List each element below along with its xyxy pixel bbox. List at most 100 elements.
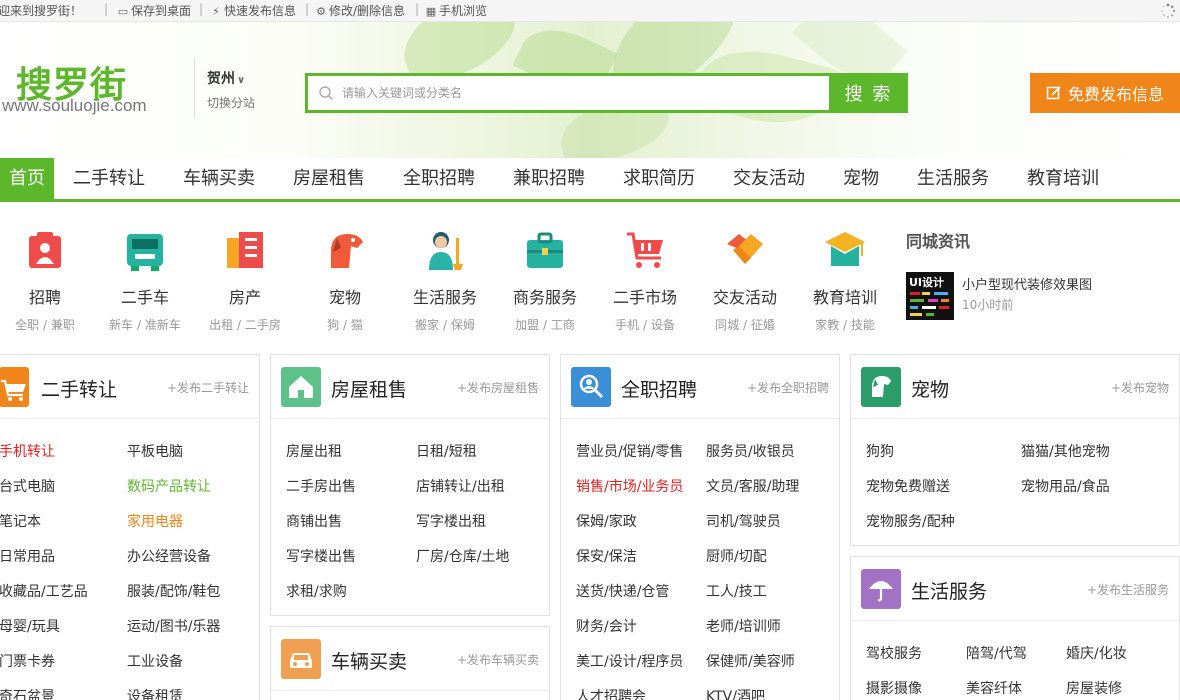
publish-pets-link[interactable]: +发布宠物 [1111, 379, 1169, 396]
link-item[interactable]: 摄影摄像 [866, 678, 922, 698]
link-item[interactable]: 写字楼出租 [416, 511, 486, 531]
category-pets[interactable]: 宠物 狗 / 猫 [300, 228, 390, 333]
publish-life-link[interactable]: +发布生活服务 [1087, 581, 1169, 598]
link-item[interactable]: 商铺出售 [286, 511, 342, 531]
monitor-icon: ▭ [117, 5, 129, 18]
link-item[interactable]: 平板电脑 [127, 441, 183, 461]
link-item[interactable]: 日常用品 [0, 546, 55, 566]
edit-delete-link[interactable]: ⚙ 修改/删除信息 [315, 2, 405, 19]
category-social[interactable]: 交友活动 同城 / 征婚 [700, 228, 790, 333]
link-item[interactable]: 门票卡券 [0, 651, 55, 671]
nav-resumes[interactable]: 求职简历 [616, 158, 702, 199]
link-item[interactable]: 送货/快递/仓管 [576, 581, 669, 601]
nav-life-services[interactable]: 生活服务 [910, 158, 996, 199]
category-secondhand-market[interactable]: 二手市场 手机 / 设备 [600, 228, 690, 333]
edit-icon [1046, 86, 1061, 100]
link-item[interactable]: 美容纤体 [966, 678, 1022, 698]
link-item[interactable]: 二手房出售 [286, 476, 356, 496]
nav-parttime-jobs[interactable]: 兼职招聘 [506, 158, 592, 199]
link-item[interactable]: 房屋出租 [286, 441, 342, 461]
nav-pets[interactable]: 宠物 [836, 158, 886, 199]
link-item[interactable]: 奇石盆景 [0, 686, 55, 700]
link-item[interactable]: 婚庆/化妆 [1066, 643, 1127, 663]
link-item[interactable]: 服装/配饰/鞋包 [127, 581, 220, 601]
mobile-view-link[interactable]: ▦ 手机浏览 [425, 2, 487, 19]
category-jobs[interactable]: 招聘 全职 / 兼职 [0, 228, 90, 333]
panel-title: 全职招聘 [621, 379, 698, 401]
link-item[interactable]: 服务员/收银员 [706, 441, 795, 461]
umbrella-icon [861, 569, 901, 609]
link-item[interactable]: 数码产品转让 [127, 476, 211, 496]
link-item[interactable]: 运动/图书/乐器 [127, 616, 220, 636]
category-used-cars[interactable]: 二手车 新车 / 准新车 [100, 228, 190, 333]
link-item[interactable]: 营业员/促销/零售 [576, 441, 683, 461]
news-item-title[interactable]: 小户型现代装修效果图 [962, 274, 1092, 293]
link-item[interactable]: 店铺转让/出租 [416, 476, 505, 496]
publish-house-link[interactable]: +发布房屋租售 [457, 379, 539, 396]
link-item[interactable]: 财务/会计 [576, 616, 637, 636]
link-item[interactable]: 手机转让 [0, 441, 55, 461]
link-item[interactable]: 保安/保洁 [576, 546, 637, 566]
publish-vehicle-link[interactable]: +发布车辆买卖 [457, 651, 539, 668]
nav-home[interactable]: 首页 [0, 158, 54, 199]
link-item[interactable]: 日租/短租 [416, 441, 477, 461]
link-item[interactable]: 陪驾/代驾 [966, 643, 1027, 663]
link-item[interactable]: 宠物免费赠送 [866, 476, 950, 496]
link-item[interactable]: 写字楼出售 [286, 546, 356, 566]
link-item[interactable]: 文员/客服/助理 [706, 476, 799, 496]
link-item[interactable]: 销售/市场/业务员 [576, 476, 683, 496]
link-item[interactable]: 笔记本 [0, 511, 41, 531]
link-item[interactable]: 工业设备 [127, 651, 183, 671]
publish-info-button[interactable]: 免费发布信息 [1030, 73, 1180, 113]
link-item[interactable]: 猫猫/其他宠物 [1021, 441, 1110, 461]
link-item[interactable]: 设备租赁 [127, 686, 183, 700]
local-news: 同城资讯 UI设计 小户型现代装修效果图 10小时前 [906, 228, 1176, 320]
link-item[interactable]: 宠物用品/食品 [1021, 476, 1110, 496]
nav-vehicles[interactable]: 车辆买卖 [176, 158, 262, 199]
link-item[interactable]: 人才招聘会 [576, 686, 646, 700]
search-input[interactable] [342, 80, 822, 106]
link-item[interactable]: 台式电脑 [0, 476, 55, 496]
link-item[interactable]: 老师/培训师 [706, 616, 781, 636]
link-item[interactable]: 求租/求购 [286, 581, 347, 601]
nav-house[interactable]: 房屋租售 [286, 158, 372, 199]
link-item[interactable]: 收藏品/工艺品 [0, 581, 88, 601]
nav-fulltime-jobs[interactable]: 全职招聘 [396, 158, 482, 199]
nav-secondhand[interactable]: 二手转让 [66, 158, 152, 199]
panel-header: 生活服务 +发布生活服务 [851, 557, 1179, 621]
link-item[interactable]: 厨师/切配 [706, 546, 767, 566]
chevron-down-icon: ∨ [237, 75, 246, 86]
link-item[interactable]: 驾校服务 [866, 643, 922, 663]
save-to-desktop-link[interactable]: ▭ 保存到桌面 [117, 2, 191, 19]
nav-social[interactable]: 交友活动 [726, 158, 812, 199]
link-item[interactable]: 宠物服务/配种 [866, 511, 955, 531]
link-item[interactable]: 母婴/玩具 [0, 616, 60, 636]
link-item[interactable]: 办公经营设备 [127, 546, 211, 566]
link-item[interactable]: 家用电器 [127, 511, 183, 531]
city-selector[interactable]: 贺州 ∨ [207, 68, 245, 88]
nav-education[interactable]: 教育培训 [1020, 158, 1106, 199]
category-life-services[interactable]: 生活服务 搬家 / 保姆 [400, 228, 490, 333]
search-button[interactable]: 搜 索 [829, 73, 908, 113]
house-icon [281, 367, 321, 407]
link-item[interactable]: 工人/技工 [706, 581, 767, 601]
link-item[interactable]: 保姆/家政 [576, 511, 637, 531]
link-item[interactable]: 美工/设计/程序员 [576, 651, 683, 671]
category-real-estate[interactable]: 房产 出租 / 二手房 [200, 228, 290, 333]
publish-secondhand-link[interactable]: +发布二手转让 [167, 379, 249, 396]
panel-header: 宠物 +发布宠物 [851, 355, 1179, 419]
link-item[interactable]: 厂房/仓库/土地 [416, 546, 509, 566]
panel-life-services: 生活服务 +发布生活服务 驾校服务 陪驾/代驾 婚庆/化妆 摄影摄像 美容纤体 … [850, 556, 1180, 700]
switch-city-link[interactable]: 切换分站 [207, 94, 255, 111]
category-business-services[interactable]: 商务服务 加盟 / 工商 [500, 228, 590, 333]
news-thumbnail[interactable]: UI设计 [906, 272, 954, 320]
link-item[interactable]: 狗狗 [866, 441, 894, 461]
publish-jobs-link[interactable]: +发布全职招聘 [747, 379, 829, 396]
link-item[interactable]: 保健师/美容师 [706, 651, 795, 671]
link-item[interactable]: KTV/酒吧 [706, 686, 765, 700]
quick-publish-link[interactable]: ⚡ 快速发布信息 [210, 2, 296, 19]
link-item[interactable]: 司机/驾驶员 [706, 511, 781, 531]
category-education[interactable]: 教育培训 家教 / 技能 [800, 228, 890, 333]
link-item[interactable]: 房屋装修 [1066, 678, 1122, 698]
divider: | [199, 2, 204, 16]
